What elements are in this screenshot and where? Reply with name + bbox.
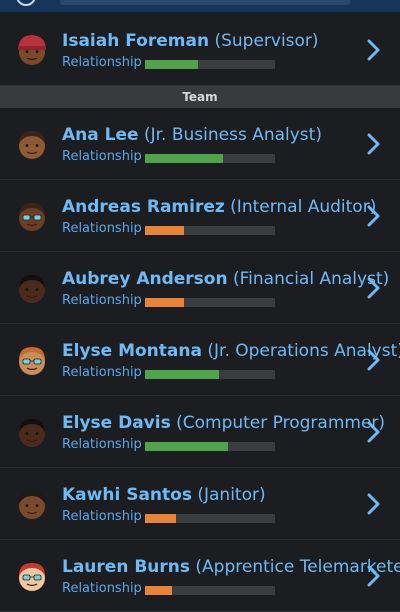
relationship-label: Relationship — [62, 509, 142, 524]
team-member-row[interactable]: Elyse Montana (Jr. Operations Analyst) Re… — [0, 324, 400, 396]
team-member-row[interactable]: Lauren Burns (Apprentice Telemarketer) Re… — [0, 540, 400, 612]
avatar — [19, 275, 45, 303]
top-header-bar — [0, 0, 400, 12]
relationship-bar — [145, 442, 275, 451]
chevron-right-icon — [367, 133, 380, 155]
relationship-bar-fill — [145, 226, 184, 235]
team-member-row[interactable]: Andreas Ramirez (Internal Auditor) Relati… — [0, 180, 400, 252]
avatar — [19, 347, 45, 375]
chevron-right-icon — [367, 565, 380, 587]
chevron-right-icon — [367, 493, 380, 515]
relationship-label: Relationship — [62, 221, 142, 236]
relationship-bar-fill — [145, 370, 220, 379]
relationship-label: Relationship — [62, 581, 142, 596]
person-name-line: Isaiah Foreman (Supervisor) — [62, 30, 319, 52]
relationship-bar-fill — [145, 514, 177, 523]
person-name: Ana Lee — [62, 125, 139, 145]
header-text-placeholder — [60, 0, 350, 5]
person-role: (Internal Auditor) — [230, 197, 377, 217]
person-name: Aubrey Anderson — [62, 269, 228, 289]
avatar — [19, 419, 45, 447]
relationship-bar — [145, 298, 275, 307]
chevron-right-icon — [367, 39, 380, 61]
relationship-bar-fill — [145, 586, 173, 595]
relationship-bar-fill — [145, 442, 229, 451]
person-name: Andreas Ramirez — [62, 197, 225, 217]
person-role: (Janitor) — [197, 485, 266, 505]
relationship-label: Relationship — [62, 149, 142, 164]
relationship-label: Relationship — [62, 365, 142, 380]
relationship-bar — [145, 154, 275, 163]
person-role: (Jr. Business Analyst) — [143, 125, 322, 145]
relationship-label: Relationship — [62, 437, 142, 452]
person-name-line: Lauren Burns (Apprentice Telemarketer) — [62, 556, 400, 578]
person-name-line: Elyse Davis (Computer Programmer) — [62, 412, 385, 434]
avatar — [19, 491, 45, 519]
section-header-team: Team — [0, 86, 400, 108]
person-role: (Computer Programmer) — [176, 413, 386, 433]
person-name: Elyse Davis — [62, 413, 171, 433]
chevron-right-icon — [367, 349, 380, 371]
relationship-bar — [145, 226, 275, 235]
relationship-bar — [145, 514, 275, 523]
team-member-row[interactable]: Kawhi Santos (Janitor) Relationship — [0, 468, 400, 540]
relationship-bar-fill — [145, 154, 223, 163]
person-name: Isaiah Foreman — [62, 31, 210, 51]
relationship-bar-fill — [145, 60, 199, 69]
avatar — [18, 35, 46, 65]
person-name-line: Ana Lee (Jr. Business Analyst) — [62, 124, 322, 146]
team-member-row[interactable]: Aubrey Anderson (Financial Analyst) Relat… — [0, 252, 400, 324]
person-name-line: Elyse Montana (Jr. Operations Analyst) — [62, 340, 400, 362]
avatar — [19, 131, 45, 159]
person-name: Kawhi Santos — [62, 485, 192, 505]
team-member-row[interactable]: Ana Lee (Jr. Business Analyst) Relationsh… — [0, 108, 400, 180]
person-name-line: Andreas Ramirez (Internal Auditor) — [62, 196, 376, 218]
person-role: (Supervisor) — [214, 31, 319, 51]
avatar — [19, 203, 45, 231]
relationship-label: Relationship — [62, 293, 142, 308]
person-name: Lauren Burns — [62, 557, 191, 577]
chevron-right-icon — [367, 205, 380, 227]
person-name: Elyse Montana — [62, 341, 202, 361]
person-name-line: Aubrey Anderson (Financial Analyst) — [62, 268, 389, 290]
relationship-label: Relationship — [62, 55, 142, 70]
team-member-row[interactable]: Elyse Davis (Computer Programmer) Relatio… — [0, 396, 400, 468]
relationship-bar — [145, 60, 275, 69]
relationship-bar — [145, 586, 275, 595]
supervisor-row[interactable]: Isaiah Foreman (Supervisor) Relationship — [0, 14, 400, 86]
avatar — [19, 563, 45, 591]
relationship-bar-fill — [145, 298, 184, 307]
header-icon — [16, 0, 36, 6]
chevron-right-icon — [367, 277, 380, 299]
relationship-bar — [145, 370, 275, 379]
chevron-right-icon — [367, 421, 380, 443]
person-name-line: Kawhi Santos (Janitor) — [62, 484, 266, 506]
